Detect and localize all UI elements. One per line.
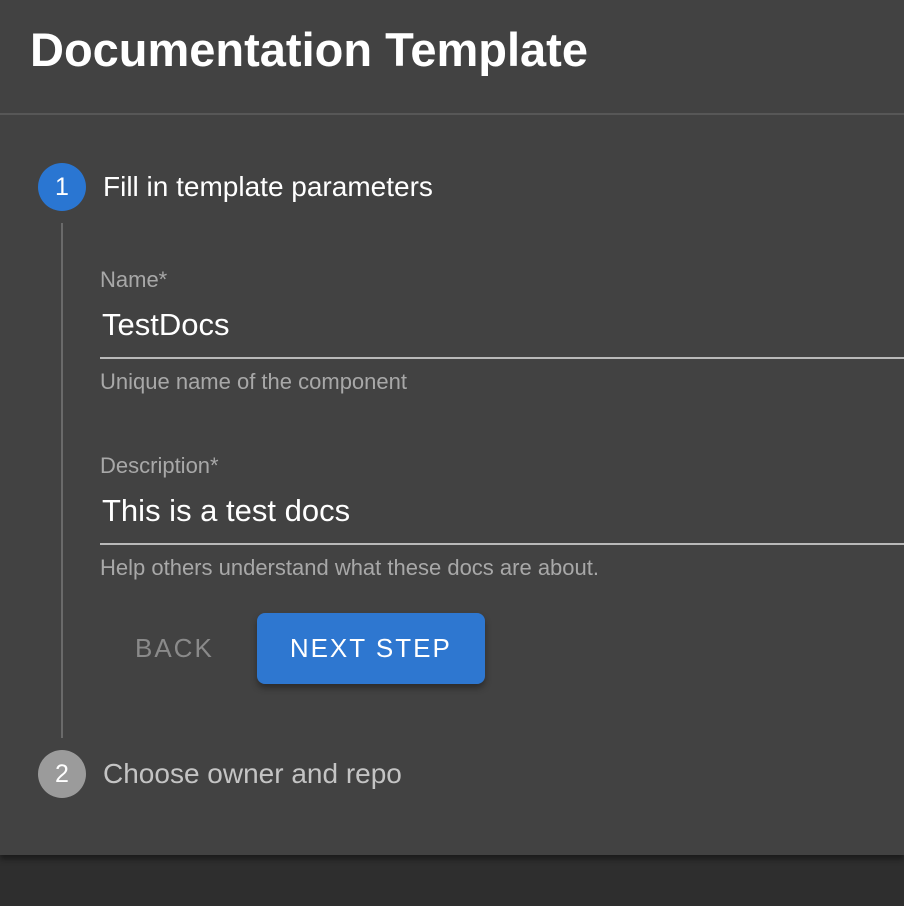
step-2-header[interactable]: 2 Choose owner and repo	[38, 750, 904, 798]
step-1-content: Name* Unique name of the component Descr…	[61, 223, 904, 738]
description-field-label: Description*	[100, 453, 904, 479]
stepper: 1 Fill in template parameters Name* Uniq…	[0, 115, 904, 798]
page-title: Documentation Template	[30, 25, 874, 74]
step-1-header[interactable]: 1 Fill in template parameters	[38, 163, 904, 211]
step-1-number-badge: 1	[38, 163, 86, 211]
description-field-group: Description* Help others understand what…	[100, 453, 904, 581]
description-input[interactable]	[100, 493, 904, 545]
back-button[interactable]: BACK	[100, 613, 249, 684]
step-1-label: Fill in template parameters	[103, 171, 433, 203]
template-wizard-card: Documentation Template 1 Fill in templat…	[0, 0, 904, 855]
name-field-label: Name*	[100, 267, 904, 293]
name-field-group: Name* Unique name of the component	[100, 267, 904, 395]
description-field-helper-text: Help others understand what these docs a…	[100, 555, 904, 581]
step-actions: BACK NEXT STEP	[100, 613, 904, 684]
next-step-button[interactable]: NEXT STEP	[257, 613, 485, 684]
name-input[interactable]	[100, 307, 904, 359]
name-field-helper-text: Unique name of the component	[100, 369, 904, 395]
card-header: Documentation Template	[0, 0, 904, 115]
step-2-number-badge: 2	[38, 750, 86, 798]
step-2-label: Choose owner and repo	[103, 758, 402, 790]
